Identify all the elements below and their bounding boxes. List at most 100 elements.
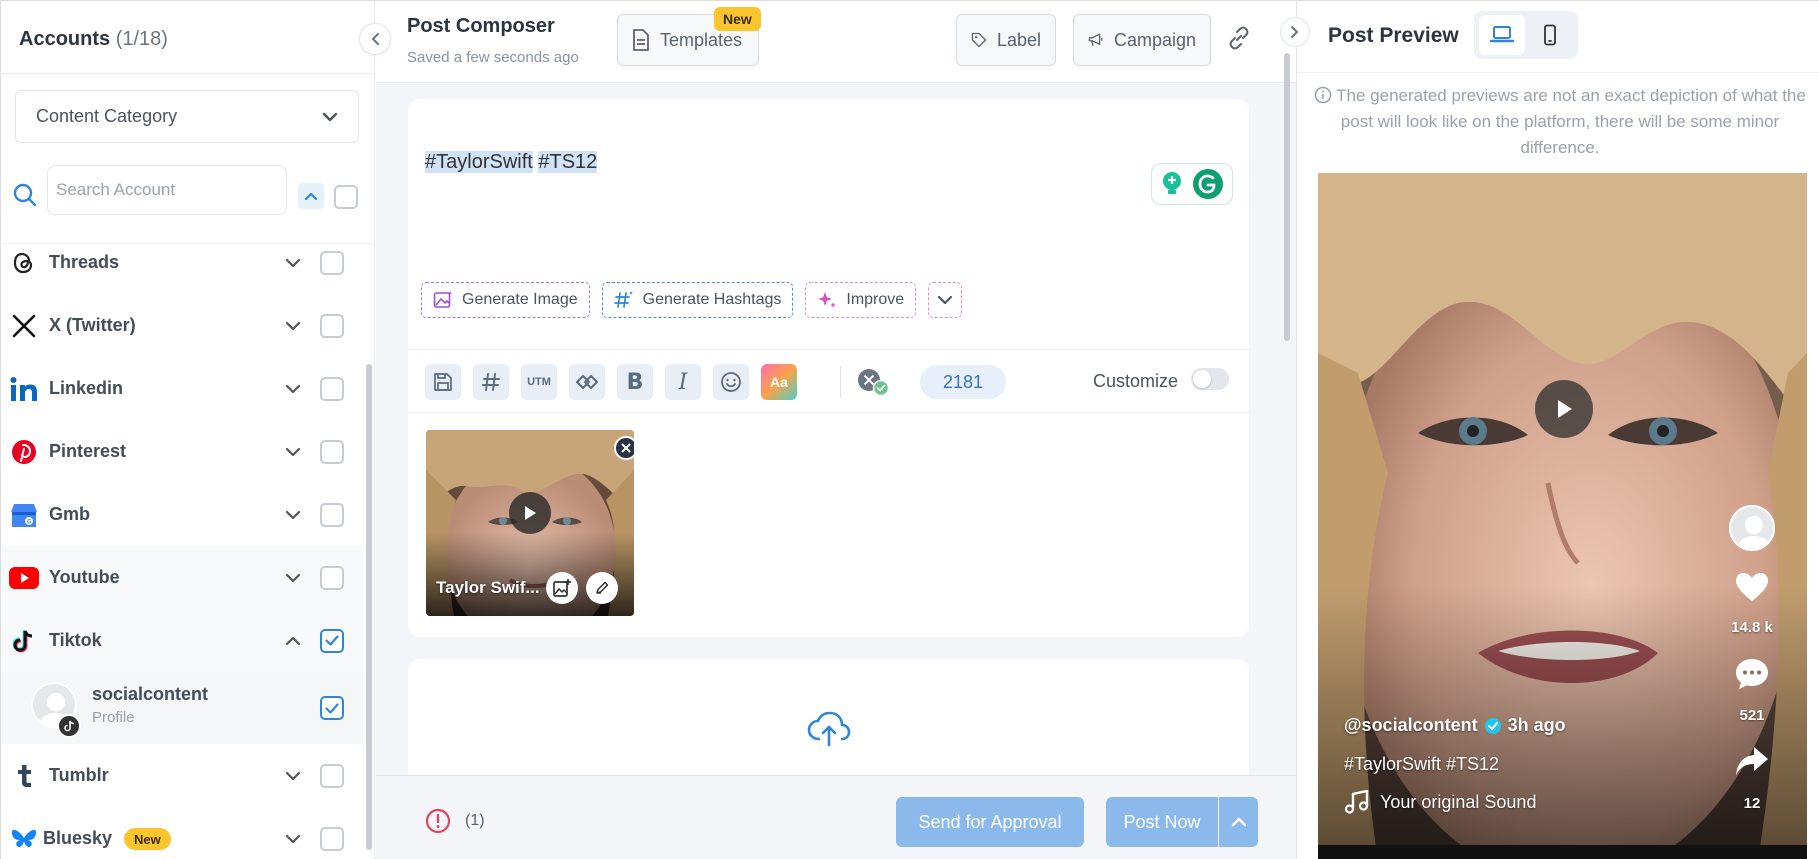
- desktop-view-button[interactable]: [1479, 15, 1525, 55]
- creator-avatar[interactable]: [1729, 505, 1775, 551]
- search-account-input[interactable]: [47, 165, 287, 215]
- chevron-down-icon[interactable]: [285, 573, 301, 583]
- generate-hashtags-button[interactable]: Generate Hashtags: [601, 282, 794, 318]
- svg-text:G: G: [27, 519, 32, 525]
- bold-button[interactable]: B: [617, 364, 653, 400]
- error-icon[interactable]: [425, 808, 451, 834]
- chevron-left-icon: [372, 33, 379, 45]
- checkmark-icon: [325, 702, 339, 714]
- content-category-select[interactable]: Content Category: [15, 90, 359, 143]
- chevron-down-icon[interactable]: [285, 771, 301, 781]
- remove-media-button[interactable]: [614, 436, 634, 460]
- platform-checkbox[interactable]: [320, 502, 344, 527]
- pinterest-icon: [9, 437, 39, 467]
- mobile-view-button[interactable]: [1527, 15, 1573, 55]
- image-add-icon: [553, 579, 571, 597]
- threads-icon: [9, 248, 39, 278]
- play-icon: [525, 506, 536, 520]
- chevron-down-icon[interactable]: [285, 384, 301, 394]
- chevron-up-icon[interactable]: [285, 636, 301, 646]
- composer-scrollbar[interactable]: [1284, 53, 1290, 341]
- platform-row-bluesky[interactable]: Bluesky New: [1, 807, 363, 859]
- new-badge: New: [714, 7, 761, 31]
- platform-checkbox[interactable]: [320, 250, 344, 275]
- send-for-approval-button[interactable]: Send for Approval: [896, 797, 1084, 847]
- tiktok-video-preview[interactable]: 14.8 k 521 12 @socialcontent 3h ago #Tay…: [1318, 173, 1807, 859]
- label-button[interactable]: Label: [956, 14, 1056, 66]
- error-count: (1): [465, 812, 485, 829]
- font-style-button[interactable]: Aa: [761, 364, 797, 400]
- platform-row-x[interactable]: X (Twitter): [1, 294, 363, 357]
- emoji-button[interactable]: [713, 364, 749, 400]
- sidebar-scrollbar[interactable]: [366, 364, 372, 850]
- comments-count: 521: [1739, 707, 1765, 724]
- edit-media-button[interactable]: [586, 572, 618, 604]
- account-row-socialcontent[interactable]: socialcontent Profile: [1, 672, 363, 744]
- accounts-sidebar: Accounts (1/18) Content Category Threads…: [1, 1, 375, 859]
- link-icon[interactable]: [1226, 25, 1252, 51]
- post-now-button[interactable]: Post Now: [1106, 797, 1218, 847]
- x-validation-icon[interactable]: [855, 366, 895, 398]
- customize-toggle[interactable]: [1191, 368, 1229, 390]
- platform-row-pinterest[interactable]: Pinterest: [1, 420, 363, 483]
- chevron-down-icon[interactable]: [285, 258, 301, 268]
- platform-checkbox[interactable]: [320, 376, 344, 401]
- generate-image-button[interactable]: Generate Image: [421, 282, 590, 318]
- play-button[interactable]: [1535, 380, 1593, 438]
- verified-badge-icon: [1484, 717, 1501, 734]
- preview-disclaimer-text: The generated previews are not an exact …: [1336, 86, 1806, 157]
- platform-row-threads[interactable]: Threads: [1, 244, 363, 294]
- campaign-button[interactable]: Campaign: [1073, 14, 1211, 66]
- account-checkbox[interactable]: [320, 696, 344, 720]
- save-draft-button[interactable]: [425, 364, 461, 400]
- media-upload-area[interactable]: [408, 659, 1249, 779]
- utm-label: UTM: [527, 376, 551, 388]
- chevron-down-icon[interactable]: [285, 834, 301, 844]
- chevron-down-icon[interactable]: [285, 321, 301, 331]
- tag-icon: [971, 32, 987, 48]
- sound-info[interactable]: Your original Sound: [1344, 790, 1536, 814]
- platform-checkbox[interactable]: [320, 313, 344, 338]
- preview-header: Post Preview: [1297, 1, 1819, 73]
- collapse-all-button[interactable]: [298, 183, 324, 209]
- grammarly-widget[interactable]: [1151, 163, 1233, 205]
- post-options-button[interactable]: [1219, 797, 1258, 847]
- utm-button[interactable]: UTM: [521, 364, 557, 400]
- media-thumbnail[interactable]: Taylor Swif...: [426, 430, 634, 616]
- italic-button[interactable]: I: [665, 364, 701, 400]
- improve-button[interactable]: Improve: [805, 282, 917, 318]
- platform-row-tiktok[interactable]: Tiktok: [1, 609, 363, 672]
- collapse-sidebar-button[interactable]: [359, 23, 391, 55]
- label-label: Label: [996, 29, 1041, 50]
- accounts-title: Accounts (1/18): [19, 28, 168, 51]
- platform-checkbox[interactable]: [320, 628, 344, 653]
- platform-row-gmb[interactable]: G Gmb: [1, 483, 363, 546]
- editor-toolbar: UTM B I Aa 2181 Customize: [408, 349, 1249, 413]
- platform-name: Tumblr: [49, 765, 109, 785]
- expand-preview-button[interactable]: [1280, 17, 1310, 47]
- select-all-checkbox[interactable]: [334, 185, 358, 209]
- chevron-down-icon[interactable]: [285, 510, 301, 520]
- more-ai-options-button[interactable]: [928, 282, 963, 318]
- play-button[interactable]: [509, 492, 551, 534]
- platform-checkbox[interactable]: [320, 826, 344, 851]
- preview-disclaimer: The generated previews are not an exact …: [1310, 83, 1810, 161]
- platform-row-tumblr[interactable]: Tumblr: [1, 744, 363, 807]
- comment-icon[interactable]: [1734, 657, 1770, 691]
- chevron-up-icon: [304, 192, 318, 200]
- chevron-down-icon[interactable]: [285, 447, 301, 457]
- platform-checkbox[interactable]: [320, 439, 344, 464]
- platform-name: Gmb: [49, 504, 91, 524]
- composer-title: Post Composer: [407, 15, 555, 37]
- share-icon[interactable]: [1734, 745, 1770, 777]
- platform-checkbox[interactable]: [320, 763, 344, 788]
- shorten-link-button[interactable]: [569, 364, 605, 400]
- add-thumbnail-button[interactable]: [546, 572, 578, 604]
- google-my-business-icon: G: [9, 500, 39, 530]
- post-text-editor[interactable]: #TaylorSwift #TS12: [425, 151, 598, 174]
- heart-icon[interactable]: [1734, 571, 1770, 603]
- platform-row-linkedin[interactable]: Linkedin: [1, 357, 363, 420]
- platform-row-youtube[interactable]: Youtube: [1, 546, 363, 609]
- hashtag-button[interactable]: [473, 364, 509, 400]
- platform-checkbox[interactable]: [320, 565, 344, 590]
